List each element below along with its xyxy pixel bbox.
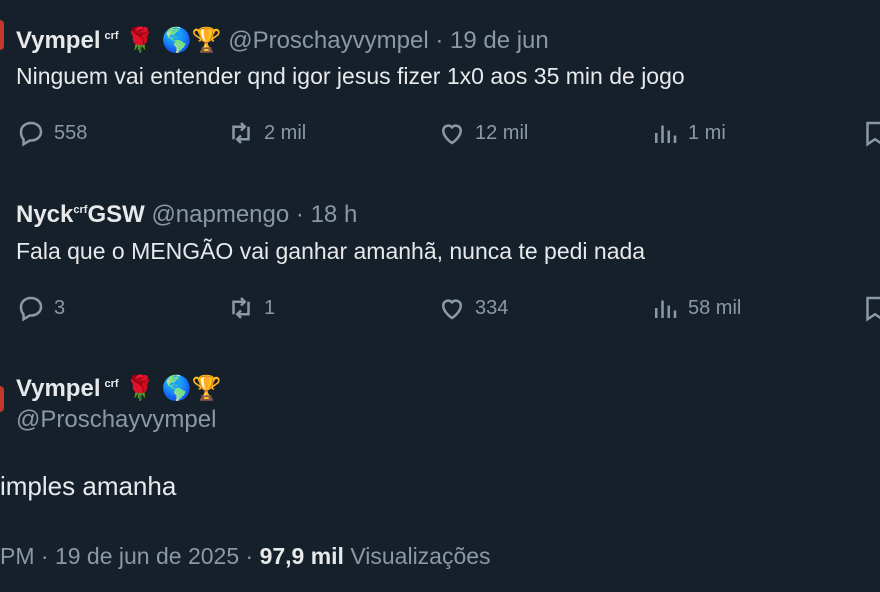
retweet-button[interactable]: 1 — [226, 293, 275, 323]
tweet-time[interactable]: 19 de jun — [450, 27, 549, 54]
author-handle[interactable]: @Proschayvympel — [16, 406, 216, 434]
views-count: 58 mil — [688, 296, 742, 319]
tweet-text: Fala que o MENGÃO vai ganhar amanhã, nun… — [16, 238, 646, 264]
tweet-meta: PM · 19 de jun de 2025 · 97,9 mil Visual… — [0, 543, 491, 570]
retweet-icon — [232, 297, 250, 319]
author-handle[interactable]: @Proschayvympel — [228, 27, 428, 54]
author-name[interactable]: Vympel — [16, 27, 100, 54]
author-name[interactable]: Nyck — [16, 201, 73, 228]
views-count: 1 mi — [688, 121, 726, 144]
name-emojis: 🌹 🌎🏆 — [125, 27, 222, 54]
tweet-text: imples amanha — [0, 471, 177, 501]
like-button[interactable]: 12 mil — [437, 118, 528, 148]
views-icon — [655, 125, 677, 143]
views-button[interactable]: 58 mil — [650, 293, 741, 323]
tweet-text: Ninguem vai entender qnd igor jesus fize… — [16, 63, 685, 89]
name-badge: crf — [73, 204, 88, 216]
like-icon — [441, 124, 463, 145]
author-name[interactable]: Vympel — [16, 375, 100, 402]
retweet-icon — [232, 122, 250, 144]
name-emojis: 🌹 🌎🏆 — [125, 375, 222, 402]
avatar[interactable] — [0, 20, 4, 50]
views-label: Visualizações — [350, 543, 491, 569]
like-count: 334 — [475, 296, 509, 319]
bookmark-button[interactable] — [860, 118, 880, 148]
separator-dot: · — [295, 201, 304, 228]
tweet-time[interactable]: 18 h — [311, 201, 358, 228]
views-button[interactable]: 1 mi — [650, 118, 726, 148]
name-badge: crf — [104, 378, 119, 390]
tweet-timestamp[interactable]: PM · 19 de jun de 2025 — [0, 543, 239, 569]
reply-count: 3 — [54, 296, 66, 319]
bookmark-icon — [866, 121, 880, 147]
name-badge: crf — [104, 30, 119, 42]
bookmark-icon — [866, 296, 880, 322]
bookmark-button[interactable] — [860, 293, 880, 323]
separator-dot: · — [435, 27, 444, 54]
author-name-suffix[interactable]: GSW — [87, 201, 144, 228]
author-handle[interactable]: @napmengo — [151, 201, 289, 228]
avatar[interactable] — [0, 386, 4, 412]
views-icon — [655, 300, 677, 318]
reply-icon — [19, 296, 43, 322]
like-icon — [441, 299, 463, 320]
reply-button[interactable]: 558 — [16, 118, 87, 148]
separator-dot: · — [245, 543, 260, 569]
reply-button[interactable]: 3 — [16, 293, 65, 323]
like-count: 12 mil — [475, 121, 529, 144]
views-total: 97,9 mil — [259, 543, 344, 569]
like-button[interactable]: 334 — [437, 293, 508, 323]
reply-icon — [19, 121, 43, 147]
retweet-count: 1 — [264, 296, 276, 319]
reply-count: 558 — [54, 121, 88, 144]
retweet-button[interactable]: 2 mil — [226, 118, 306, 148]
retweet-count: 2 mil — [264, 121, 307, 144]
